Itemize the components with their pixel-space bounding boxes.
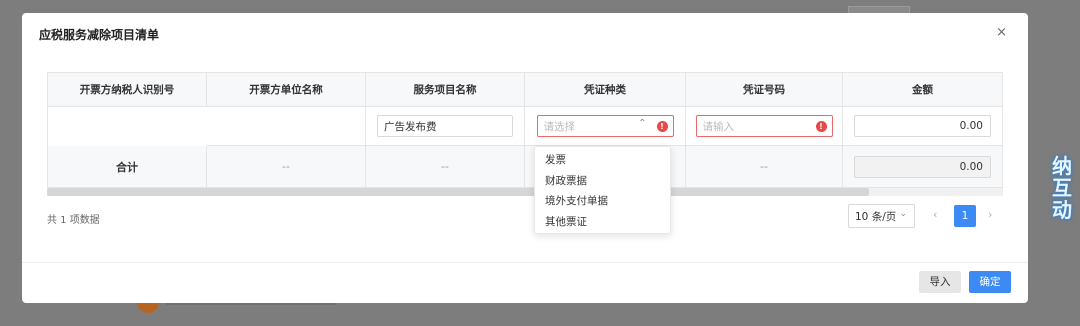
seller-tax-id-cell bbox=[48, 107, 207, 146]
total-amount: 0.00 bbox=[854, 155, 991, 178]
total-amount-cell: 0.00 bbox=[843, 146, 1002, 187]
seller-name-cell bbox=[207, 107, 366, 145]
page-number-button[interactable]: 1 bbox=[954, 205, 976, 227]
header-seller-name: 开票方单位名称 bbox=[207, 73, 366, 106]
error-icon: ! bbox=[656, 121, 668, 132]
voucher-type-placeholder: 请选择 bbox=[543, 120, 576, 133]
table-header-row: 开票方纳税人识别号 开票方单位名称 服务项目名称 凭证种类 凭证号码 金额 bbox=[48, 73, 1002, 107]
deduction-table: 开票方纳税人识别号 开票方单位名称 服务项目名称 凭证种类 凭证号码 金额 广告… bbox=[47, 72, 1003, 188]
error-icon: ! bbox=[815, 121, 827, 132]
dropdown-option-fiscal-receipt[interactable]: 财政票据 bbox=[535, 171, 670, 192]
voucher-type-select[interactable]: 请选择 ⌃ ! bbox=[536, 115, 674, 137]
badge-char: 动 bbox=[1052, 198, 1072, 222]
footer-divider bbox=[22, 262, 1028, 263]
scrollbar-thumb[interactable] bbox=[47, 188, 869, 196]
header-voucher-type: 凭证种类 bbox=[525, 73, 686, 106]
dropdown-option-invoice[interactable]: 发票 bbox=[535, 150, 670, 171]
voucher-number-placeholder: 请输入 bbox=[702, 120, 735, 133]
next-page-button[interactable]: › bbox=[988, 208, 992, 221]
total-voucher-number: -- bbox=[686, 146, 843, 187]
total-service-name: -- bbox=[366, 146, 525, 187]
redacted-mask bbox=[48, 107, 207, 146]
floating-badge[interactable]: 纳 互 动 bbox=[1052, 155, 1080, 235]
import-button[interactable]: 导入 bbox=[919, 271, 961, 293]
confirm-button[interactable]: 确定 bbox=[969, 271, 1011, 293]
dialog-title: 应税服务减除项目清单 bbox=[39, 28, 160, 42]
total-row: 合计 -- -- -- 0.00 bbox=[48, 146, 1002, 187]
header-amount: 金额 bbox=[912, 84, 933, 96]
close-icon[interactable]: × bbox=[996, 25, 1007, 40]
record-count: 共 1 项数据 bbox=[47, 215, 100, 226]
total-seller-name: -- bbox=[207, 146, 366, 187]
header-service-name: 服务项目名称 bbox=[366, 73, 525, 106]
page-size-select[interactable]: 10 条/页 ⌄ bbox=[848, 204, 915, 228]
total-label: 合计 bbox=[48, 146, 207, 187]
service-name-input[interactable]: 广告发布费 bbox=[377, 115, 513, 137]
header-voucher-number: 凭证号码 bbox=[686, 73, 843, 106]
badge-char: 纳 bbox=[1052, 154, 1072, 178]
chevron-up-icon: ⌃ bbox=[638, 118, 647, 129]
voucher-number-input[interactable]: 请输入 ! bbox=[695, 115, 833, 137]
service-name-cell: 广告发布费 bbox=[366, 107, 525, 145]
chevron-down-icon: ⌄ bbox=[899, 209, 907, 219]
amount-input[interactable]: 0.00 bbox=[854, 115, 991, 137]
badge-char: 互 bbox=[1052, 176, 1072, 200]
dropdown-option-overseas-payment[interactable]: 境外支付单据 bbox=[535, 191, 670, 212]
header-seller-tax-id: 开票方纳税人识别号 bbox=[48, 73, 207, 106]
deduction-items-dialog: 应税服务减除项目清单 × 开票方纳税人识别号 开票方单位名称 服务项目名称 凭证… bbox=[22, 13, 1028, 303]
voucher-type-dropdown: 发票 财政票据 境外支付单据 其他票证 bbox=[534, 146, 671, 234]
table-row: 广告发布费 请选择 ⌃ ! 请输入 ! 0.00 bbox=[48, 107, 1002, 146]
amount-cell: 0.00 bbox=[843, 107, 1002, 145]
prev-page-button[interactable]: ‹ bbox=[933, 208, 937, 221]
voucher-type-cell: 请选择 ⌃ ! bbox=[525, 107, 686, 145]
voucher-number-cell: 请输入 ! bbox=[686, 107, 843, 145]
page-size-value: 10 条/页 bbox=[855, 210, 897, 223]
dropdown-option-other-voucher[interactable]: 其他票证 bbox=[535, 212, 670, 233]
